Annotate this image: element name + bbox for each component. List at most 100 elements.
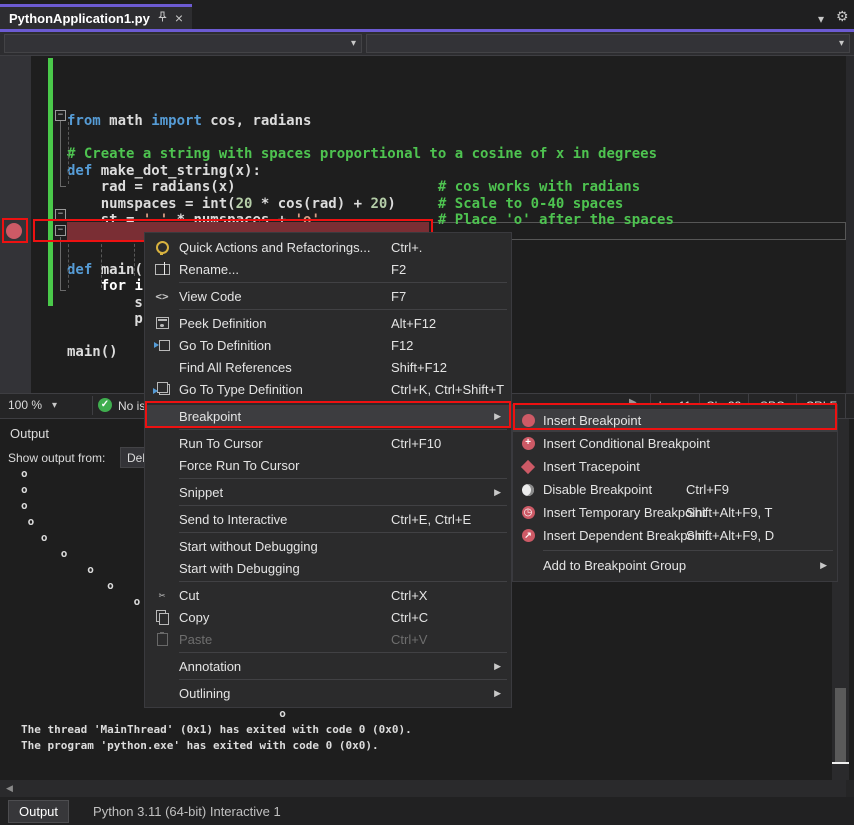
menu-separator: [179, 581, 507, 582]
menu-item-shortcut: Ctrl+F9: [686, 482, 729, 497]
vs-ide-window: PythonApplication1.py × ▾ ⚙ ▾ ▾ from mat…: [0, 0, 854, 825]
menu-item-insert-conditional-breakpoint[interactable]: Insert Conditional Breakpoint: [513, 432, 837, 455]
menu-item-label: Breakpoint: [179, 409, 241, 424]
menu-item-label: Copy: [179, 610, 209, 625]
chevron-down-icon: ▾: [351, 38, 356, 49]
menu-item-label: View Code: [179, 289, 242, 304]
nav-type-dropdown[interactable]: ▾: [4, 34, 362, 53]
menu-item-label: Snippet: [179, 485, 223, 500]
menu-separator: [179, 478, 507, 479]
menu-item-insert-temporary-breakpoint[interactable]: ◷Insert Temporary BreakpointShift+Alt+F9…: [513, 501, 837, 524]
menu-item-cut[interactable]: ✂CutCtrl+X: [145, 584, 511, 606]
menu-item-shortcut: Shift+Alt+F9, D: [686, 528, 774, 543]
peek-definition-icon: [145, 317, 179, 329]
fold-collapse-icon[interactable]: −: [55, 209, 66, 220]
editor-vertical-scrollbar[interactable]: [846, 56, 854, 393]
menu-item-label: Force Run To Cursor: [179, 458, 299, 473]
menu-item-find-all-references[interactable]: Find All References Shift+F12: [145, 356, 511, 378]
insert-breakpoint-icon: [513, 414, 543, 427]
pin-icon[interactable]: [157, 9, 168, 27]
no-issues-check-icon[interactable]: ✓: [98, 398, 112, 412]
fold-bracket-foot: [60, 186, 66, 187]
breakpoint-submenu: Insert Breakpoint Insert Conditional Brea…: [512, 404, 838, 582]
nav-member-dropdown[interactable]: ▾: [366, 34, 850, 53]
zoom-level-dropdown[interactable]: 100 %: [8, 398, 42, 412]
window-list-caret-icon[interactable]: ▾: [818, 13, 824, 25]
menu-item-send-to-interactive[interactable]: Send to InteractiveCtrl+E, Ctrl+E: [145, 508, 511, 530]
scrollbar-marker: [832, 762, 849, 764]
menu-item-annotation[interactable]: Annotation▶: [145, 655, 511, 677]
menu-separator: [543, 550, 833, 551]
menu-item-label: Start with Debugging: [179, 561, 300, 576]
submenu-arrow-icon: ▶: [494, 487, 501, 498]
menu-item-label: Insert Breakpoint: [543, 413, 641, 428]
fold-collapse-icon[interactable]: −: [55, 225, 66, 236]
menu-item-snippet[interactable]: Snippet ▶: [145, 481, 511, 503]
menu-item-start-without-debugging[interactable]: Start without Debugging: [145, 535, 511, 557]
menu-item-start-with-debugging[interactable]: Start with Debugging: [145, 557, 511, 579]
menu-item-quick-actions-and-refactorings[interactable]: Quick Actions and Refactorings...Ctrl+.: [145, 236, 511, 258]
menu-item-label: Run To Cursor: [179, 436, 263, 451]
menu-item-outlining[interactable]: Outlining▶: [145, 682, 511, 704]
conditional-breakpoint-icon: [513, 437, 543, 450]
menu-item-run-to-cursor[interactable]: Run To CursorCtrl+F10: [145, 432, 511, 454]
panel-tab-python-3-11-64-bit-interactive-1[interactable]: Python 3.11 (64-bit) Interactive 1: [83, 801, 291, 822]
menu-item-insert-tracepoint[interactable]: Insert Tracepoint: [513, 455, 837, 478]
lightbulb-icon: [145, 241, 179, 254]
menu-item-go-to-type-definition[interactable]: Go To Type DefinitionCtrl+K, Ctrl+Shift+…: [145, 378, 511, 400]
menu-item-rename[interactable]: Rename... F2: [145, 258, 511, 280]
menu-item-paste[interactable]: PasteCtrl+V: [145, 628, 511, 650]
menu-item-shortcut: Ctrl+X: [391, 588, 427, 603]
menu-item-copy[interactable]: CopyCtrl+C: [145, 606, 511, 628]
menu-item-label: Insert Conditional Breakpoint: [543, 436, 710, 451]
menu-item-label: Paste: [179, 632, 212, 647]
submenu-arrow-icon: ▶: [494, 411, 501, 422]
document-tab-title: PythonApplication1.py: [9, 11, 150, 26]
menu-item-insert-breakpoint[interactable]: Insert Breakpoint: [513, 409, 837, 432]
code-line: # Create a string with spaces proportion…: [67, 146, 657, 163]
menu-item-view-code[interactable]: <>View CodeF7: [145, 285, 511, 307]
menu-item-label: Find All References: [179, 360, 292, 375]
menu-item-shortcut: F2: [391, 262, 406, 277]
menu-separator: [179, 505, 507, 506]
scroll-left-icon[interactable]: ◀: [6, 783, 13, 794]
disable-breakpoint-icon: [513, 484, 543, 496]
menu-item-go-to-definition[interactable]: Go To Definition F12: [145, 334, 511, 356]
menu-item-disable-breakpoint[interactable]: Disable BreakpointCtrl+F9: [513, 478, 837, 501]
chevron-down-icon: ▾: [839, 38, 844, 49]
chevron-down-icon[interactable]: ▾: [52, 400, 57, 411]
output-horizontal-scrollbar[interactable]: [0, 780, 846, 797]
show-output-from-label: Show output from:: [8, 451, 105, 465]
menu-separator: [179, 679, 507, 680]
menu-item-peek-definition[interactable]: Peek DefinitionAlt+F12: [145, 312, 511, 334]
fold-bracket: [60, 121, 61, 186]
gear-icon[interactable]: ⚙: [836, 10, 849, 22]
menu-item-force-run-to-cursor[interactable]: Force Run To Cursor: [145, 454, 511, 476]
menu-item-label: Go To Definition: [179, 338, 271, 353]
menu-item-shortcut: F7: [391, 289, 406, 304]
menu-separator: [179, 309, 507, 310]
paste-icon: [145, 633, 179, 646]
menu-item-add-to-breakpoint-group[interactable]: Add to Breakpoint Group▶: [513, 554, 837, 577]
close-icon[interactable]: ×: [175, 12, 183, 24]
fold-bracket-foot: [60, 290, 66, 291]
menu-item-shortcut: Shift+F12: [391, 360, 447, 375]
panel-tab-output[interactable]: Output: [8, 800, 69, 823]
indent-guide: [68, 122, 69, 184]
submenu-arrow-icon: ▶: [494, 688, 501, 699]
fold-collapse-icon[interactable]: −: [55, 110, 66, 121]
menu-item-breakpoint[interactable]: Breakpoint ▶: [145, 405, 511, 427]
menu-item-shortcut: F12: [391, 338, 413, 353]
code-line: def make_dot_string(x):: [67, 163, 261, 180]
scrollbar-thumb[interactable]: [835, 688, 846, 762]
document-tab[interactable]: PythonApplication1.py ×: [0, 4, 192, 29]
menu-item-insert-dependent-breakpoint[interactable]: ↗Insert Dependent BreakpointShift+Alt+F9…: [513, 524, 837, 547]
menu-item-label: Rename...: [179, 262, 239, 277]
menu-separator: [179, 429, 507, 430]
menu-item-label: Annotation: [179, 659, 241, 674]
editor-context-menu: Quick Actions and Refactorings...Ctrl+.R…: [144, 232, 512, 708]
menu-item-shortcut: Shift+Alt+F9, T: [686, 505, 772, 520]
menu-item-label: Send to Interactive: [179, 512, 287, 527]
menu-item-shortcut: Ctrl+.: [391, 240, 422, 255]
temporary-breakpoint-icon: ◷: [513, 506, 543, 519]
